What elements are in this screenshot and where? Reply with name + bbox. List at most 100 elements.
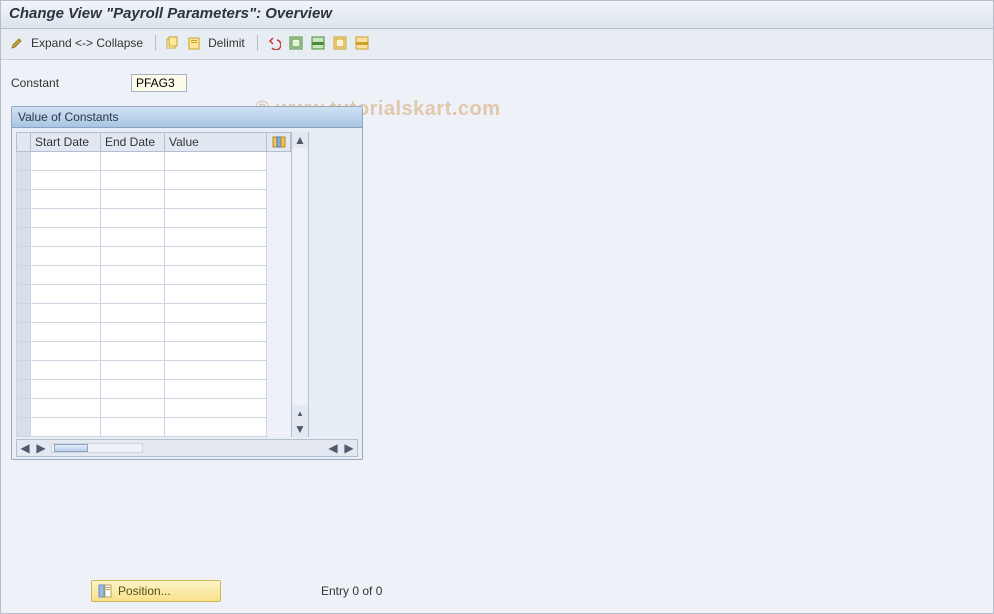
- row-selector[interactable]: [17, 342, 31, 361]
- cell-start-date[interactable]: [31, 190, 101, 209]
- table-row[interactable]: [17, 209, 291, 228]
- cell-start-date[interactable]: [31, 285, 101, 304]
- table-row[interactable]: [17, 190, 291, 209]
- row-selector[interactable]: [17, 209, 31, 228]
- pencil-icon[interactable]: [7, 33, 27, 53]
- table-row[interactable]: [17, 399, 291, 418]
- cell-end-date[interactable]: [101, 190, 165, 209]
- cell-start-date[interactable]: [31, 152, 101, 171]
- cell-start-date[interactable]: [31, 209, 101, 228]
- cell-end-date[interactable]: [101, 418, 165, 437]
- expand-collapse-button[interactable]: Expand <-> Collapse: [29, 36, 149, 50]
- cell-value[interactable]: [165, 152, 267, 171]
- row-selector[interactable]: [17, 171, 31, 190]
- scroll-track[interactable]: [292, 148, 308, 405]
- table-row[interactable]: [17, 380, 291, 399]
- cell-value[interactable]: [165, 399, 267, 418]
- row-selector[interactable]: [17, 380, 31, 399]
- cell-start-date[interactable]: [31, 228, 101, 247]
- cell-value[interactable]: [165, 209, 267, 228]
- cell-start-date[interactable]: [31, 342, 101, 361]
- table-row[interactable]: [17, 361, 291, 380]
- copy-icon[interactable]: [162, 33, 182, 53]
- row-selector[interactable]: [17, 418, 31, 437]
- table-row[interactable]: [17, 323, 291, 342]
- cell-end-date[interactable]: [101, 361, 165, 380]
- cell-value[interactable]: [165, 304, 267, 323]
- cell-value[interactable]: [165, 171, 267, 190]
- table-row[interactable]: [17, 285, 291, 304]
- select-block-icon[interactable]: [308, 33, 328, 53]
- row-selector-header[interactable]: [17, 133, 31, 152]
- cell-value[interactable]: [165, 342, 267, 361]
- scroll-up-small-icon[interactable]: ▲: [292, 405, 308, 421]
- cell-end-date[interactable]: [101, 228, 165, 247]
- deselect-all-icon[interactable]: [330, 33, 350, 53]
- cell-start-date[interactable]: [31, 380, 101, 399]
- position-button[interactable]: Position...: [91, 580, 221, 602]
- table-row[interactable]: [17, 342, 291, 361]
- cell-end-date[interactable]: [101, 247, 165, 266]
- row-selector[interactable]: [17, 361, 31, 380]
- scroll-down-icon[interactable]: ▼: [292, 421, 308, 437]
- scroll-right-icon[interactable]: ▶: [33, 441, 49, 455]
- hscroll-thumb[interactable]: [54, 444, 88, 452]
- row-selector[interactable]: [17, 323, 31, 342]
- table-row[interactable]: [17, 152, 291, 171]
- cell-start-date[interactable]: [31, 304, 101, 323]
- table-row[interactable]: [17, 228, 291, 247]
- table-row[interactable]: [17, 247, 291, 266]
- undo-icon[interactable]: [264, 33, 284, 53]
- column-value[interactable]: Value: [165, 133, 267, 152]
- row-selector[interactable]: [17, 399, 31, 418]
- cell-value[interactable]: [165, 323, 267, 342]
- row-selector[interactable]: [17, 152, 31, 171]
- clipboard-icon[interactable]: [184, 33, 204, 53]
- cell-value[interactable]: [165, 285, 267, 304]
- horizontal-scrollbar[interactable]: ◀ ▶ ◀ ▶: [16, 439, 358, 457]
- column-start-date[interactable]: Start Date: [31, 133, 101, 152]
- cell-start-date[interactable]: [31, 323, 101, 342]
- select-all-icon[interactable]: [286, 33, 306, 53]
- cell-end-date[interactable]: [101, 304, 165, 323]
- table-row[interactable]: [17, 266, 291, 285]
- table-row[interactable]: [17, 304, 291, 323]
- column-end-date[interactable]: End Date: [101, 133, 165, 152]
- cell-end-date[interactable]: [101, 152, 165, 171]
- scroll-left-icon[interactable]: ◀: [17, 441, 33, 455]
- cell-start-date[interactable]: [31, 247, 101, 266]
- table-row[interactable]: [17, 171, 291, 190]
- hscroll-track[interactable]: [51, 443, 143, 453]
- cell-end-date[interactable]: [101, 380, 165, 399]
- cell-value[interactable]: [165, 228, 267, 247]
- constants-table[interactable]: Start Date End Date Value: [16, 132, 291, 437]
- cell-start-date[interactable]: [31, 266, 101, 285]
- cell-value[interactable]: [165, 361, 267, 380]
- vertical-scrollbar[interactable]: ▲ ▲ ▼: [291, 132, 309, 437]
- cell-value[interactable]: [165, 190, 267, 209]
- cell-end-date[interactable]: [101, 266, 165, 285]
- cell-start-date[interactable]: [31, 361, 101, 380]
- row-selector[interactable]: [17, 304, 31, 323]
- scroll-right-end-icon[interactable]: ▶: [341, 441, 357, 455]
- row-selector[interactable]: [17, 285, 31, 304]
- scroll-left-end-icon[interactable]: ◀: [325, 441, 341, 455]
- cell-end-date[interactable]: [101, 171, 165, 190]
- cell-value[interactable]: [165, 380, 267, 399]
- cell-end-date[interactable]: [101, 285, 165, 304]
- cell-value[interactable]: [165, 266, 267, 285]
- deselect-block-icon[interactable]: [352, 33, 372, 53]
- scroll-up-icon[interactable]: ▲: [292, 132, 308, 148]
- cell-end-date[interactable]: [101, 399, 165, 418]
- delimit-button[interactable]: Delimit: [206, 36, 251, 50]
- row-selector[interactable]: [17, 266, 31, 285]
- table-settings-icon[interactable]: [267, 133, 291, 152]
- row-selector[interactable]: [17, 228, 31, 247]
- cell-value[interactable]: [165, 247, 267, 266]
- table-row[interactable]: [17, 418, 291, 437]
- cell-end-date[interactable]: [101, 342, 165, 361]
- cell-end-date[interactable]: [101, 323, 165, 342]
- cell-start-date[interactable]: [31, 399, 101, 418]
- cell-value[interactable]: [165, 418, 267, 437]
- cell-start-date[interactable]: [31, 171, 101, 190]
